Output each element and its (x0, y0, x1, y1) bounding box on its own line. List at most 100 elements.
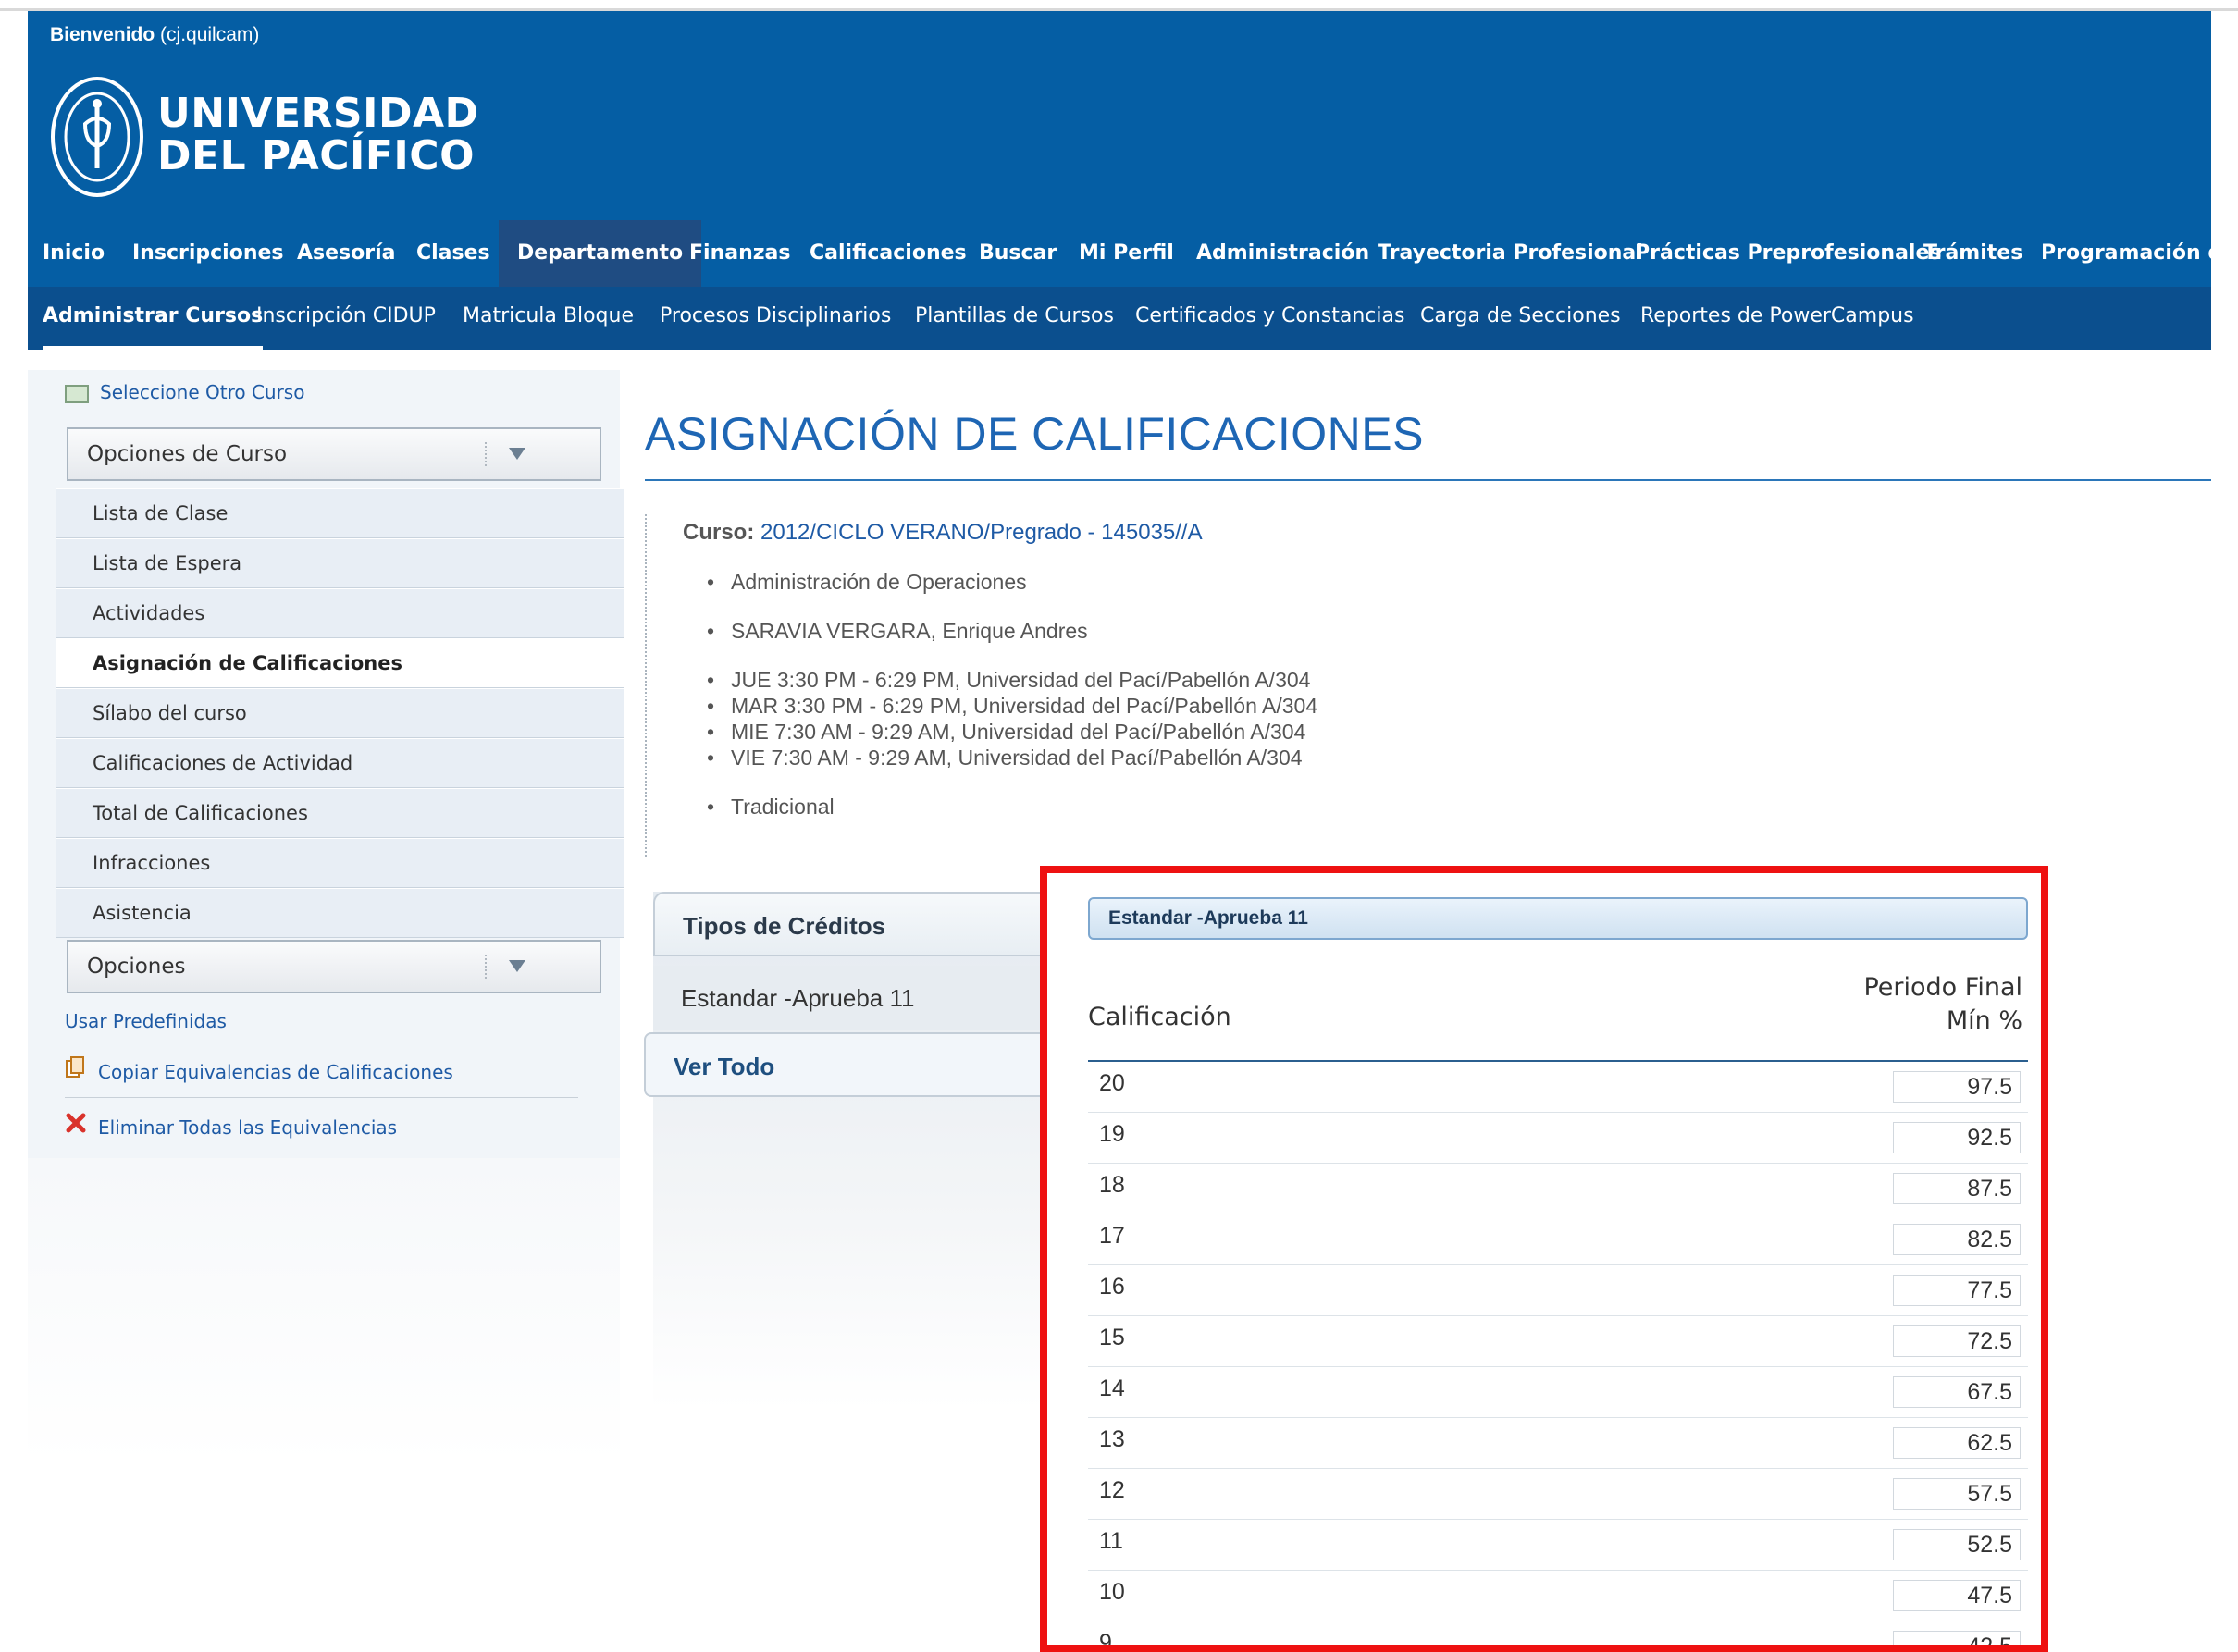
welcome-text: Bienvenido (cj.quilcam) (50, 24, 259, 46)
min-percent-input[interactable]: 72.5 (1893, 1325, 2021, 1357)
sidebar-item-infracciones[interactable]: Infracciones (56, 838, 624, 888)
course-info: Curso: 2012/CICLO VERANO/Pregrado - 1450… (683, 520, 1203, 546)
table-row: 20 97.5 (1088, 1062, 2028, 1113)
subnav-matricula-bloque[interactable]: Matricula Bloque (463, 287, 634, 350)
min-percent-input[interactable]: 62.5 (1893, 1427, 2021, 1459)
course-options-label: Opciones de Curso (87, 442, 288, 466)
sidebar-item-total-calificaciones[interactable]: Total de Calificaciones (56, 788, 624, 838)
nav-finanzas[interactable]: Finanzas (689, 220, 790, 287)
subnav-plantillas-cursos[interactable]: Plantillas de Cursos (915, 287, 1114, 350)
chevron-down-icon (509, 960, 525, 972)
schedule-item: VIE 7:30 AM - 9:29 AM, Universidad del P… (707, 746, 1303, 771)
nav-asesoria[interactable]: Asesoría (297, 220, 396, 287)
sidebar-item-silabo[interactable]: Sílabo del curso (56, 688, 624, 738)
course-link[interactable]: 2012/CICLO VERANO/Pregrado - 145035//A (760, 520, 1203, 545)
sidebar-item-calificaciones-actividad[interactable]: Calificaciones de Actividad (56, 738, 624, 788)
course-label: Curso: (683, 520, 755, 545)
sidebar-item-actividades[interactable]: Actividades (56, 588, 624, 638)
grade-equivalence-panel: Estandar -Aprueba 11 Calificación Period… (1040, 866, 2048, 1652)
nav-departamento[interactable]: Departamento (499, 220, 702, 287)
course-info-border (645, 514, 649, 857)
options-dropdown[interactable]: Opciones (67, 940, 601, 993)
subnav-reportes-powercampus[interactable]: Reportes de PowerCampus (1640, 287, 1914, 350)
min-percent-input[interactable]: 82.5 (1893, 1224, 2021, 1255)
course-instructor: SARAVIA VERGARA, Enrique Andres (707, 619, 1088, 644)
nav-practicas-preprofesionales[interactable]: Prácticas Preprofesionales (1635, 220, 1941, 287)
copy-equivalences-link[interactable]: Copiar Equivalencias de Calificaciones (65, 1056, 453, 1083)
table-row: 9 42.5 (1088, 1621, 2028, 1652)
min-percent-input[interactable]: 67.5 (1893, 1376, 2021, 1408)
course-type: Tradicional (707, 795, 835, 820)
options-label: Opciones (87, 955, 186, 979)
table-row: 10 47.5 (1088, 1571, 2028, 1621)
min-percent-input[interactable]: 47.5 (1893, 1580, 2021, 1611)
min-percent-input[interactable]: 52.5 (1893, 1529, 2021, 1560)
table-row: 17 82.5 (1088, 1214, 2028, 1265)
table-row: 11 52.5 (1088, 1520, 2028, 1571)
select-other-course-link[interactable]: Seleccione Otro Curso (65, 381, 304, 403)
chevron-down-icon (509, 448, 525, 460)
grade-value: 13 (1099, 1426, 1125, 1452)
site-header: Bienvenido (cj.quilcam) UNIVERSIDAD DEL … (28, 11, 2211, 220)
grade-value: 20 (1099, 1070, 1125, 1096)
grade-value: 10 (1099, 1579, 1125, 1605)
subnav-procesos-disciplinarios[interactable]: Procesos Disciplinarios (660, 287, 891, 350)
min-percent-input[interactable]: 77.5 (1893, 1275, 2021, 1306)
min-percent-input[interactable]: 97.5 (1893, 1071, 2021, 1103)
grade-value: 17 (1099, 1223, 1125, 1249)
grade-value: 16 (1099, 1274, 1125, 1300)
schedule-item: MIE 7:30 AM - 9:29 AM, Universidad del P… (707, 720, 1305, 745)
sidebar-item-asistencia[interactable]: Asistencia (56, 888, 624, 938)
nav-administracion[interactable]: Administración (1196, 220, 1369, 287)
copy-equivalences-label: Copiar Equivalencias de Calificaciones (98, 1061, 453, 1083)
nav-inscripciones[interactable]: Inscripciones (132, 220, 284, 287)
min-percent-input[interactable]: 57.5 (1893, 1478, 2021, 1510)
tab-ver-todo[interactable]: Ver Todo (644, 1032, 1042, 1097)
university-seal-icon[interactable] (50, 76, 144, 198)
university-logo-text[interactable]: UNIVERSIDAD DEL PACÍFICO (157, 92, 479, 178)
subnav-certificados-constancias[interactable]: Certificados y Constancias (1135, 287, 1404, 350)
nav-calificaciones[interactable]: Calificaciones (810, 220, 967, 287)
grade-value: 9 (1099, 1630, 1112, 1652)
sub-navigation: Administrar Cursos Inscripción CIDUP Mat… (28, 287, 2211, 350)
nav-trayectoria-profesional[interactable]: Trayectoria Profesional (1378, 220, 1643, 287)
min-percent-input[interactable]: 87.5 (1893, 1173, 2021, 1204)
delete-equivalences-label: Eliminar Todas las Equivalencias (98, 1116, 398, 1139)
nav-clases[interactable]: Clases (416, 220, 490, 287)
course-options-dropdown[interactable]: Opciones de Curso (67, 427, 601, 481)
tab-estandar-aprueba-11[interactable]: Estandar -Aprueba 11 (653, 966, 1042, 1030)
table-row: 13 62.5 (1088, 1418, 2028, 1469)
use-defaults-link[interactable]: Usar Predefinidas (65, 1010, 227, 1032)
delete-equivalences-link[interactable]: Eliminar Todas las Equivalencias (65, 1112, 397, 1139)
schedule-item: JUE 3:30 PM - 6:29 PM, Universidad del P… (707, 668, 1310, 693)
logo-line-1: UNIVERSIDAD (157, 90, 479, 137)
grade-value: 11 (1099, 1528, 1123, 1554)
table-row: 19 92.5 (1088, 1113, 2028, 1164)
nav-inicio[interactable]: Inicio (43, 220, 105, 287)
grade-value: 19 (1099, 1121, 1125, 1147)
logo-line-2: DEL PACÍFICO (157, 132, 475, 179)
nav-programacion[interactable]: Programación de H (2041, 220, 2211, 287)
nav-buscar[interactable]: Buscar (979, 220, 1057, 287)
delete-x-icon (65, 1112, 86, 1139)
min-percent-input[interactable]: 42.5 (1893, 1631, 2021, 1645)
table-row: 15 72.5 (1088, 1316, 2028, 1367)
sidebar-item-asignacion-calificaciones[interactable]: Asignación de Calificaciones (56, 638, 624, 688)
sidebar-item-lista-espera[interactable]: Lista de Espera (56, 538, 624, 588)
grade-value: 12 (1099, 1477, 1125, 1503)
min-percent-input[interactable]: 92.5 (1893, 1122, 2021, 1153)
period-final-label: Periodo Final (1863, 973, 2022, 1002)
nav-tramites[interactable]: Trámites (1923, 220, 2022, 287)
subnav-carga-secciones[interactable]: Carga de Secciones (1420, 287, 1621, 350)
select-other-course-label: Seleccione Otro Curso (100, 381, 305, 403)
grade-panel-header: Estandar -Aprueba 11 (1088, 897, 2028, 940)
subnav-administrar-cursos[interactable]: Administrar Cursos (43, 287, 264, 350)
credit-types-header: Tipos de Créditos (653, 892, 1042, 956)
nav-mi-perfil[interactable]: Mi Perfil (1079, 220, 1174, 287)
welcome-label: Bienvenido (50, 24, 155, 45)
sidebar-item-lista-clase[interactable]: Lista de Clase (56, 488, 624, 538)
column-header-grade: Calificación (1088, 1003, 1231, 1031)
dropdown-separator (485, 442, 487, 466)
divider (65, 1097, 578, 1098)
subnav-inscripcion-cidup[interactable]: Inscripción CIDUP (256, 287, 436, 350)
